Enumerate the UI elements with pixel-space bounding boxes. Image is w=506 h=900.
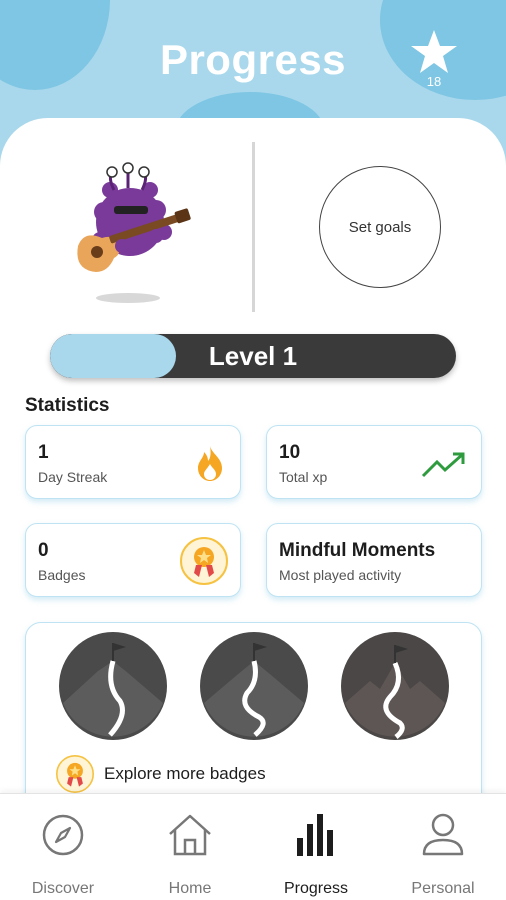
day-streak-label: Day Streak: [38, 469, 108, 485]
nav-label-progress: Progress: [283, 880, 349, 897]
nav-label-discover: Discover: [31, 880, 95, 897]
statistics-title: Statistics: [25, 395, 110, 416]
day-streak-card[interactable]: 1 Day Streak: [25, 425, 241, 499]
badges-value: 0: [38, 540, 49, 561]
mountain-badge-icon: [341, 632, 449, 740]
divider: [252, 142, 255, 312]
nav-item-discover[interactable]: Discover: [0, 794, 126, 900]
medal-icon: [180, 537, 228, 585]
star-counter[interactable]: 18: [408, 28, 460, 90]
total-xp-value: 10: [279, 442, 301, 463]
bottom-nav: Discover Home Progress Personal: [0, 793, 506, 900]
set-goals-label: Set goals: [348, 218, 412, 236]
trending-up-icon: [421, 452, 465, 478]
total-xp-label: Total xp: [279, 469, 328, 485]
compass-icon: [42, 814, 84, 856]
star-icon: [411, 30, 457, 73]
most-played-value: Mindful Moments: [279, 540, 436, 561]
home-icon: [169, 814, 211, 856]
explore-badges-label: Explore more badges: [104, 764, 266, 783]
day-streak-value: 1: [38, 442, 49, 463]
star-count: 18: [426, 74, 442, 89]
mountain-badge-icon: [59, 632, 167, 740]
set-goals-button[interactable]: Set goals: [319, 166, 441, 288]
nav-item-home[interactable]: Home: [127, 794, 253, 900]
explore-badges-link[interactable]: Explore more badges: [56, 755, 266, 793]
most-played-label: Most played activity: [279, 567, 402, 583]
badges-panel[interactable]: Explore more badges: [25, 622, 482, 812]
bar-chart-icon: [297, 814, 333, 856]
nav-item-progress[interactable]: Progress: [253, 794, 379, 900]
level-progress-bar: Level 1: [50, 334, 456, 378]
nav-label-personal: Personal: [411, 880, 475, 897]
flame-icon: [198, 446, 222, 481]
badges-label: Badges: [38, 567, 86, 583]
total-xp-card[interactable]: 10 Total xp: [266, 425, 482, 499]
mountain-badge-icon: [200, 632, 308, 740]
level-label: Level 1: [208, 341, 298, 371]
nav-label-home: Home: [168, 880, 212, 897]
person-icon: [422, 813, 464, 856]
monster-avatar: [77, 162, 191, 303]
most-played-card[interactable]: Mindful Moments Most played activity: [266, 523, 482, 597]
nav-item-personal[interactable]: Personal: [380, 794, 506, 900]
medal-icon: [56, 755, 94, 793]
badges-card[interactable]: 0 Badges: [25, 523, 241, 597]
